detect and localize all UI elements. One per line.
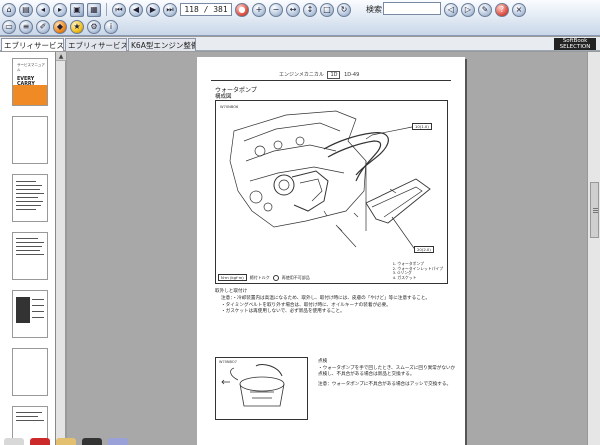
- thumbnail-page[interactable]: [12, 174, 48, 222]
- taskbar-app-icon[interactable]: [30, 438, 50, 445]
- thumbnail-page[interactable]: [12, 290, 48, 338]
- zoom-out-icon[interactable]: −: [269, 2, 283, 17]
- close-search-icon[interactable]: ×: [512, 2, 526, 17]
- page-header-code: 1D: [327, 71, 341, 79]
- inspection-section: 点検 ・ウォータポンプを手で回したとき、スムーズに回り異常がないか点検し、不具合…: [318, 359, 458, 388]
- highlight-icon[interactable]: ✎: [478, 2, 492, 17]
- toolbar-search-buttons: ◁ ▷ ✎ ? ×: [444, 1, 526, 18]
- thumbnail-page[interactable]: [12, 116, 48, 164]
- side-line: ・ウォータポンプを手で回したとき、スムーズに回り異常がないか点検し、不具合がある…: [318, 365, 456, 378]
- rotate-icon[interactable]: ↻: [337, 2, 351, 17]
- document-viewer: エンジンメカニカル 1D 1D-49 ウォータポンプ 構成図 W70NBO6 1…: [67, 52, 587, 445]
- help-icon[interactable]: ?: [495, 2, 509, 17]
- tab-label: エブリィサービスマ: [68, 40, 126, 50]
- open-icon[interactable]: ▭: [2, 19, 16, 34]
- settings-icon[interactable]: ⚙: [87, 19, 101, 34]
- body-heading: 取外しと取付け: [215, 289, 248, 294]
- home-icon[interactable]: ⌂: [2, 2, 16, 17]
- save-icon[interactable]: ▦: [87, 2, 101, 17]
- toolbar-row-2: ▭ ≡ ✐ ◆ ★ ⚙ i: [2, 18, 118, 35]
- bookmark-icon[interactable]: ●: [235, 2, 249, 17]
- bookmark-list-icon[interactable]: ≡: [19, 19, 33, 34]
- main-toolbar: ⌂ ▤ ◂ ▸ ▣ ▦ ⏮ ◀ ▶ ⏭ 118 / 381 ● + − ↔ ↕ …: [0, 0, 600, 36]
- taskbar-app-icon[interactable]: [108, 438, 128, 445]
- parts-legend: 1. ウォータポンプ 2. ウォータインレットパイプ 3. Oリング 4. ガス…: [392, 261, 443, 280]
- last-page-icon[interactable]: ⏭: [163, 2, 177, 17]
- hand-pump-illustration: [221, 363, 285, 407]
- cover-band: [13, 85, 47, 105]
- side-heading: 点検: [318, 359, 328, 364]
- section-subtitle: 構成図: [215, 94, 232, 100]
- back-icon[interactable]: ◂: [36, 2, 50, 17]
- taskbar-app-icon[interactable]: [82, 438, 102, 445]
- callout-torque-top: 10(1.0): [412, 123, 432, 130]
- legend-item: 4. ガスケット: [392, 274, 417, 280]
- page-header-text: エンジンメカニカル: [279, 72, 324, 78]
- body-line: ・ガスケットは再使用しないで、必ず新品を使用すること。: [221, 309, 345, 315]
- thumbnail-page[interactable]: [12, 348, 48, 396]
- search-input[interactable]: [383, 2, 441, 15]
- callout-torque-bottom: 20(2.0): [414, 246, 434, 253]
- search-label: 検索: [366, 5, 382, 14]
- scrollbar-thumb[interactable]: [590, 182, 599, 238]
- page-header-number: 1D-49: [344, 72, 360, 78]
- toolbar-divider: [106, 3, 107, 16]
- fit-width-icon[interactable]: ↔: [286, 2, 300, 17]
- cover-subtitle: サービスマニュアル: [17, 63, 45, 72]
- tab-1[interactable]: エブリィサービスマ x: [1, 38, 64, 51]
- thumbnail-panel: サービスマニュアル EVERY CARRY: [0, 52, 56, 445]
- tab-label: エブリィサービスマ: [4, 40, 64, 50]
- actual-size-icon[interactable]: □: [320, 2, 334, 17]
- inspection-diagram: W70NBO7: [215, 357, 308, 420]
- torque-unit-box: N·m (kgf·m): [218, 274, 247, 281]
- removal-section: 取外しと取付け 注意：・冷却装置内は高温になるため、取外し、取付け時には、皮膚の…: [215, 289, 453, 316]
- tab-bar: エブリィサービスマ x エブリィサービスマ x K6A型エンジン整備 x Sof…: [0, 37, 600, 51]
- document-scrollbar[interactable]: [587, 52, 600, 445]
- side-line: 注意：ウォータポンプに不具合がある場合はアッシで交換する。: [318, 381, 452, 387]
- taskbar: [0, 438, 140, 445]
- brand-logo: SoftBook SELECTION: [554, 38, 596, 50]
- brand-line-2: SELECTION: [559, 44, 591, 50]
- scroll-up-icon[interactable]: ▲: [56, 52, 66, 61]
- search-next-icon[interactable]: ▷: [461, 2, 475, 17]
- body-line: 注意：・冷却装置内は高温になるため、取外し、取付け時には、皮膚の「やけど」等に注…: [221, 295, 431, 301]
- tab-label: K6A型エンジン整備: [131, 40, 196, 50]
- header-divider: [211, 80, 451, 81]
- lock-icon[interactable]: ▣: [70, 2, 84, 17]
- fit-page-icon[interactable]: ↕: [303, 2, 317, 17]
- prev-page-icon[interactable]: ◀: [129, 2, 143, 17]
- torque-label: 締付トルク: [249, 274, 270, 280]
- tab-3[interactable]: K6A型エンジン整備 x: [128, 38, 196, 51]
- taskbar-folder-icon[interactable]: [56, 438, 76, 445]
- print-icon[interactable]: ▤: [19, 2, 33, 17]
- thumbnail-page[interactable]: [12, 232, 48, 280]
- memo-icon[interactable]: ◆: [53, 19, 67, 34]
- forward-icon[interactable]: ▸: [53, 2, 67, 17]
- thumbnail-scrollbar[interactable]: ▲: [56, 52, 66, 445]
- page-number-field[interactable]: 118 / 381: [180, 3, 232, 16]
- history-icon[interactable]: ★: [70, 19, 84, 34]
- search-prev-icon[interactable]: ◁: [444, 2, 458, 17]
- document-page: エンジンメカニカル 1D 1D-49 ウォータポンプ 構成図 W70NBO6 1…: [197, 57, 465, 445]
- water-pump-diagram: W70NBO6 10(1.0) 20(2.0) N·m (kgf·m) 締付トル…: [215, 100, 448, 284]
- first-page-icon[interactable]: ⏮: [112, 2, 126, 17]
- taskbar-app-icon[interactable]: [4, 438, 24, 445]
- toolbar-row-1: ⌂ ▤ ◂ ▸ ▣ ▦ ⏮ ◀ ▶ ⏭ 118 / 381 ● + − ↔ ↕ …: [2, 1, 351, 18]
- page-header: エンジンメカニカル 1D 1D-49: [279, 71, 359, 79]
- thumbnail-cover[interactable]: サービスマニュアル EVERY CARRY: [12, 58, 48, 106]
- figure-legend-symbols: N·m (kgf·m) 締付トルク 再使用不可部品: [218, 274, 310, 281]
- no-reuse-icon: [272, 274, 279, 281]
- info-icon[interactable]: i: [104, 19, 118, 34]
- note-icon[interactable]: ✐: [36, 19, 50, 34]
- next-page-icon[interactable]: ▶: [146, 2, 160, 17]
- zoom-in-icon[interactable]: +: [252, 2, 266, 17]
- tab-2[interactable]: エブリィサービスマ x: [65, 38, 127, 51]
- no-reuse-label: 再使用不可部品: [281, 274, 310, 280]
